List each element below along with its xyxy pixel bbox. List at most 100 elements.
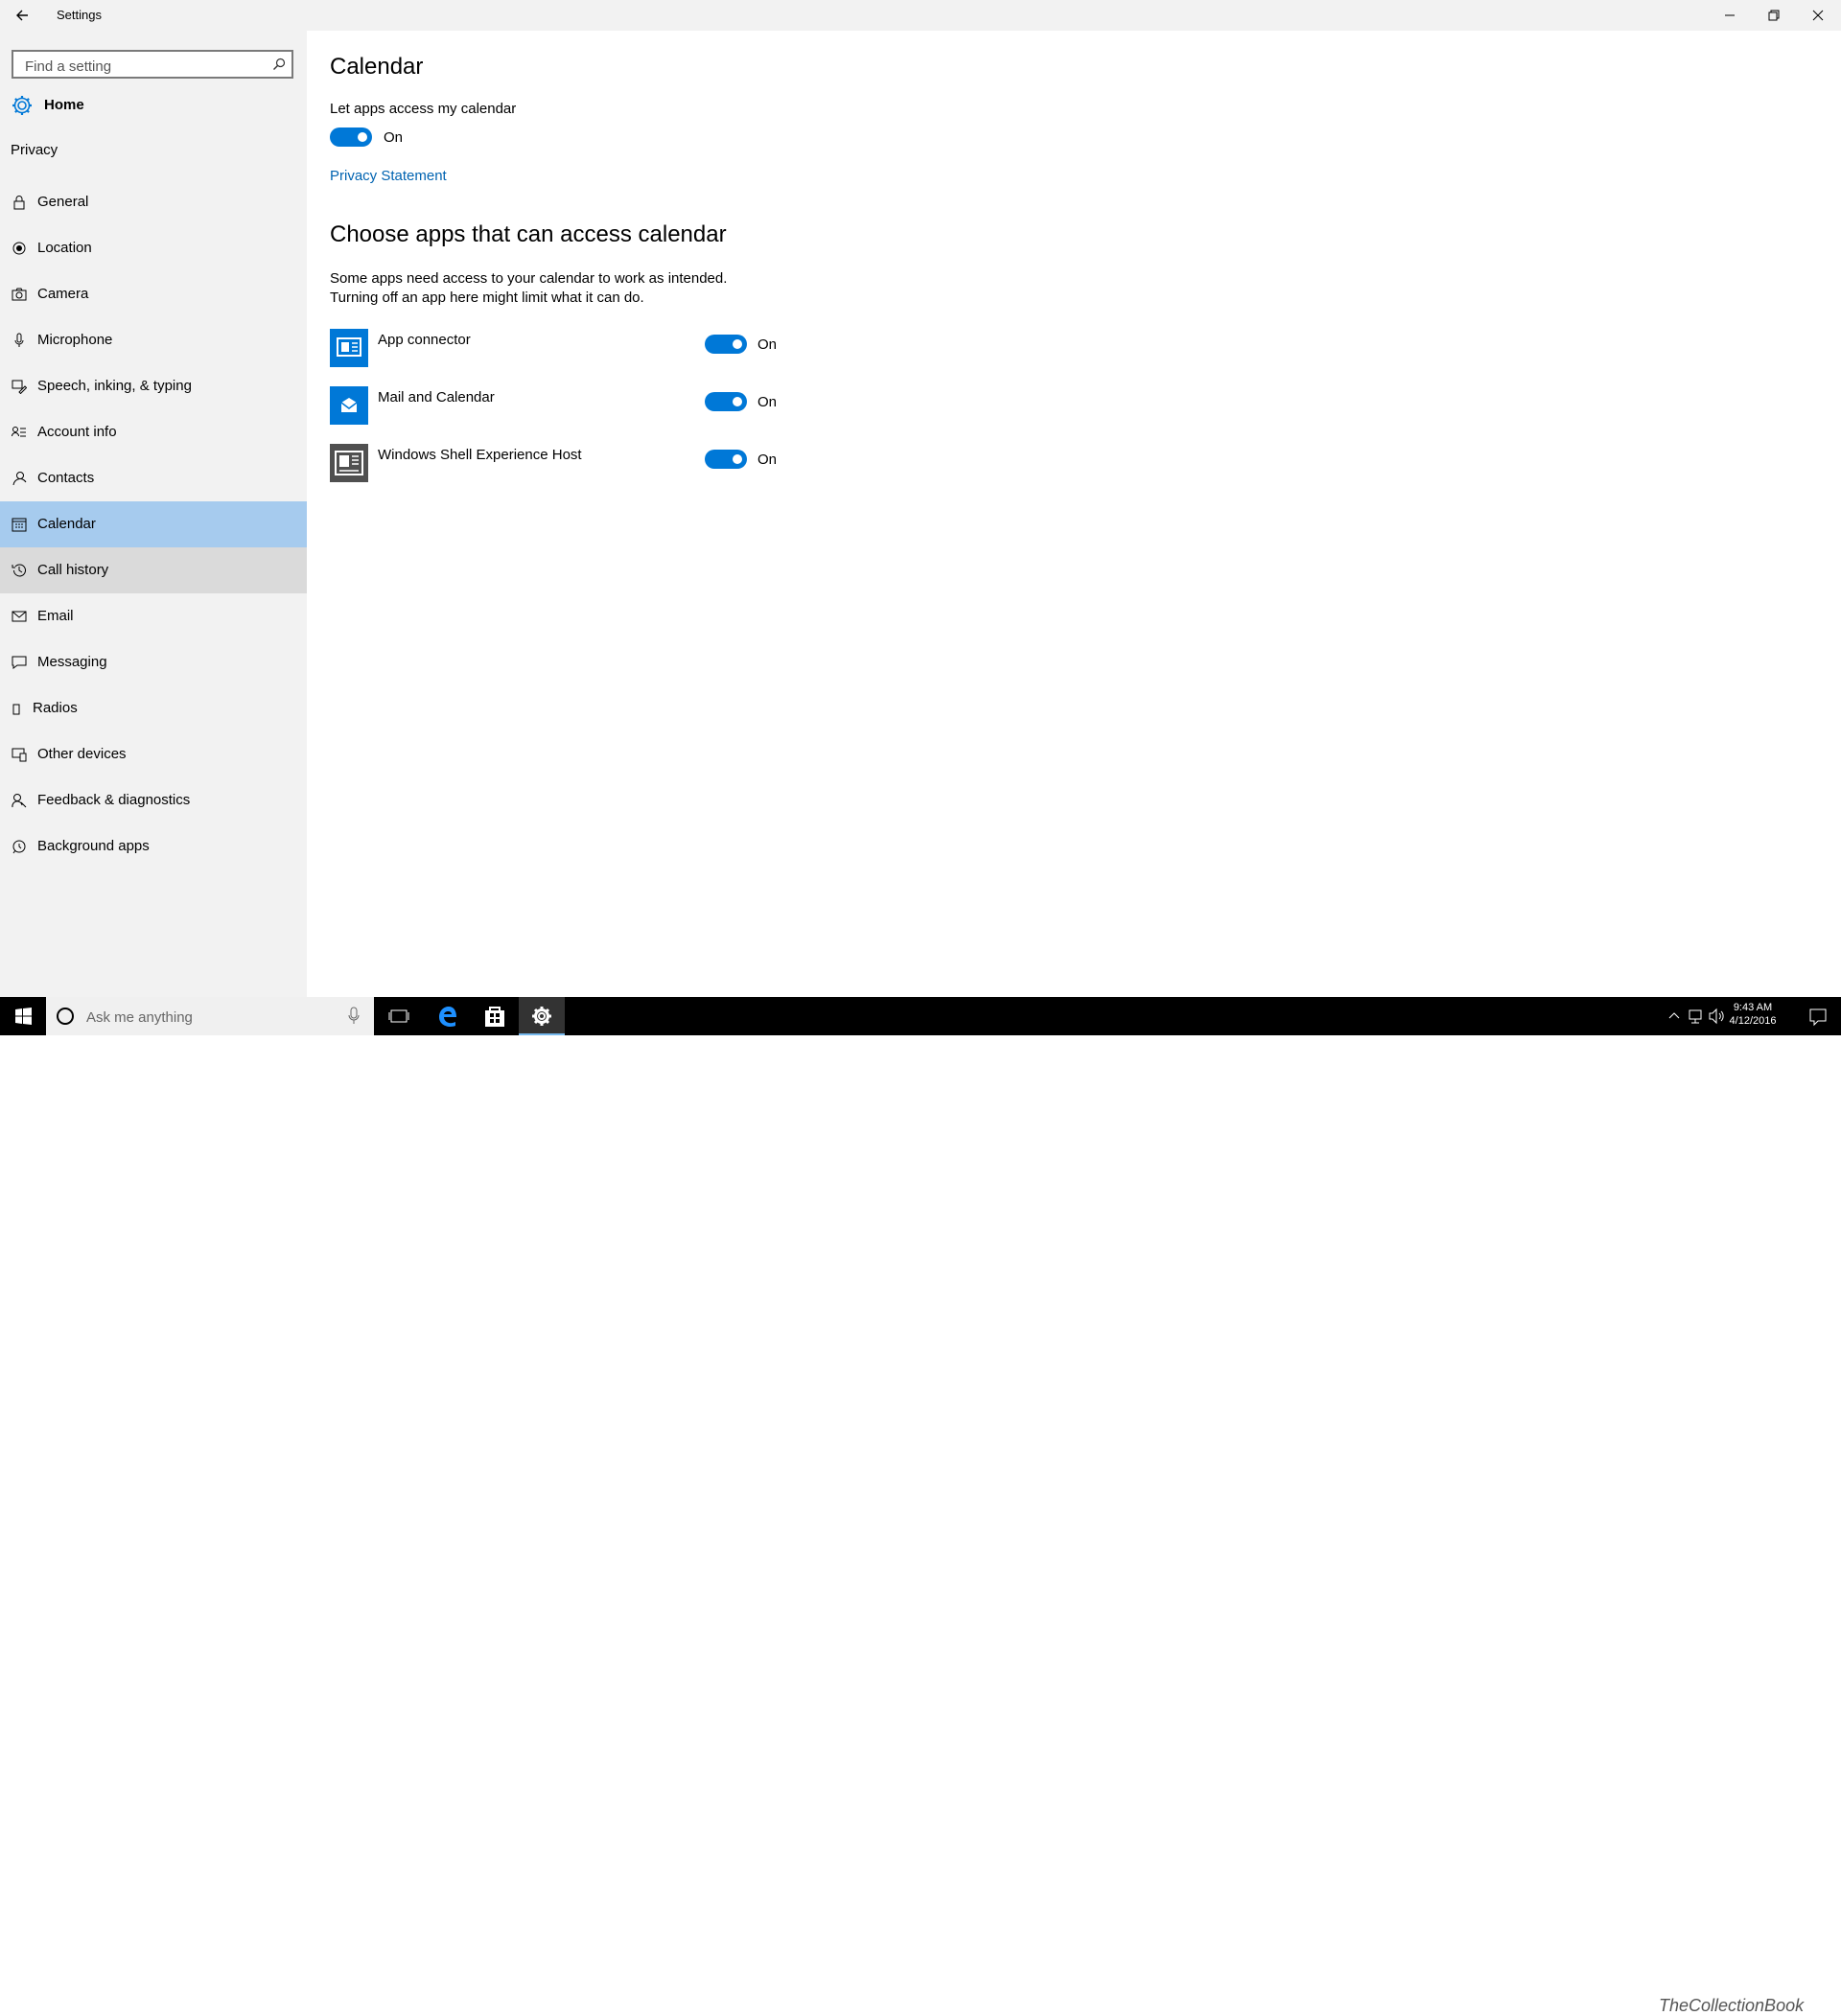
app-row-mail-calendar: Mail and Calendar On <box>330 386 905 429</box>
microphone-icon <box>14 333 24 347</box>
phone-icon <box>12 704 20 715</box>
sidebar: Home Privacy General Location Camera Mic… <box>0 31 307 997</box>
sidebar-item-call-history[interactable]: Call history <box>0 547 307 593</box>
sidebar-item-label: Speech, inking, & typing <box>37 378 192 394</box>
contacts-icon <box>12 472 27 486</box>
app-name: Windows Shell Experience Host <box>378 447 582 463</box>
camera-icon <box>12 288 27 301</box>
sidebar-item-label: Location <box>37 240 92 256</box>
clock[interactable]: 9:43 AM 4/12/2016 <box>1726 1001 1780 1028</box>
back-arrow-icon <box>16 10 28 21</box>
sidebar-item-messaging[interactable]: Messaging <box>0 639 307 685</box>
sidebar-item-general[interactable]: General <box>0 179 307 225</box>
app-toggle-state: On <box>757 394 778 410</box>
sidebar-item-feedback[interactable]: Feedback & diagnostics <box>0 777 307 823</box>
app-row-shell-host: Windows Shell Experience Host On <box>330 444 905 486</box>
sidebar-item-camera[interactable]: Camera <box>0 271 307 317</box>
cortana-search[interactable] <box>46 997 374 1035</box>
feedback-icon <box>12 794 27 808</box>
sidebar-item-label: Account info <box>37 424 117 440</box>
mail-icon <box>12 611 27 622</box>
back-button[interactable] <box>10 4 36 27</box>
description-line-1: Some apps need access to your calendar t… <box>330 270 728 287</box>
store-icon <box>485 1007 504 1027</box>
background-apps-icon <box>12 840 26 854</box>
section-description: Some apps need access to your calendar t… <box>330 269 727 308</box>
store-button[interactable] <box>472 997 518 1035</box>
sidebar-item-calendar[interactable]: Calendar <box>0 501 307 547</box>
sidebar-item-label: Contacts <box>37 470 95 486</box>
sidebar-item-microphone[interactable]: Microphone <box>0 317 307 363</box>
windows-logo-icon <box>15 1008 32 1025</box>
sidebar-item-label: General <box>37 194 89 210</box>
sidebar-item-label: Messaging <box>37 654 107 670</box>
task-view-button[interactable] <box>376 997 422 1035</box>
close-icon <box>1812 10 1824 21</box>
sidebar-item-label: Call history <box>37 562 109 578</box>
history-icon <box>12 564 26 577</box>
app-connector-toggle[interactable] <box>705 335 747 354</box>
toggle-knob <box>733 397 742 406</box>
sidebar-item-background-apps[interactable]: Background apps <box>0 823 307 869</box>
app-toggle-state: On <box>757 336 778 353</box>
shell-host-toggle[interactable] <box>705 450 747 469</box>
privacy-statement-link[interactable]: Privacy Statement <box>330 168 447 184</box>
chevron-up-icon <box>1668 1012 1680 1019</box>
search-icon[interactable] <box>272 58 286 71</box>
restore-button[interactable] <box>1752 0 1796 31</box>
sidebar-item-label: Feedback & diagnostics <box>37 792 191 808</box>
sidebar-item-radios[interactable]: Radios <box>0 685 307 731</box>
home-label: Home <box>44 97 84 113</box>
cortana-input[interactable] <box>84 1007 328 1028</box>
minimize-button[interactable] <box>1708 0 1752 31</box>
settings-taskbar-button[interactable] <box>519 997 565 1035</box>
sidebar-item-account-info[interactable]: Account info <box>0 409 307 455</box>
action-center-button[interactable] <box>1799 997 1837 1035</box>
home-link[interactable]: Home <box>0 88 307 123</box>
microphone-icon[interactable] <box>347 1007 361 1026</box>
close-button[interactable] <box>1796 0 1840 31</box>
page-title: Calendar <box>330 54 424 80</box>
sidebar-item-location[interactable]: Location <box>0 225 307 271</box>
app-toggle-state: On <box>757 452 778 468</box>
location-icon <box>12 242 26 255</box>
window-title: Settings <box>57 8 102 22</box>
cortana-icon <box>57 1008 74 1025</box>
sidebar-item-other-devices[interactable]: Other devices <box>0 731 307 777</box>
mail-calendar-toggle[interactable] <box>705 392 747 411</box>
description-line-2: Turning off an app here might limit what… <box>330 290 644 306</box>
account-info-icon <box>12 427 26 437</box>
master-toggle-label: Let apps access my calendar <box>330 101 517 117</box>
app-name: App connector <box>378 332 471 348</box>
gear-icon <box>12 96 32 115</box>
sidebar-item-label: Other devices <box>37 746 127 762</box>
devices-icon <box>12 748 27 762</box>
sidebar-item-speech[interactable]: Speech, inking, & typing <box>0 363 307 409</box>
task-view-icon <box>388 1009 409 1023</box>
shell-host-icon <box>330 444 368 482</box>
app-row-app-connector: App connector On <box>330 329 905 371</box>
start-button[interactable] <box>0 997 46 1035</box>
edge-button[interactable] <box>426 997 472 1035</box>
minimize-icon <box>1725 14 1735 16</box>
sidebar-item-label: Radios <box>33 700 78 716</box>
search-input[interactable] <box>23 56 267 77</box>
clock-date: 4/12/2016 <box>1729 1015 1777 1027</box>
sidebar-item-label: Microphone <box>37 332 113 348</box>
calendar-icon <box>12 518 27 532</box>
pen-icon <box>12 380 27 394</box>
toggle-knob <box>358 132 367 142</box>
find-setting-search[interactable] <box>12 50 293 79</box>
sidebar-item-contacts[interactable]: Contacts <box>0 455 307 501</box>
main-content: Calendar Let apps access my calendar On … <box>307 31 1841 997</box>
calendar-access-toggle[interactable] <box>330 127 372 147</box>
app-name: Mail and Calendar <box>378 389 495 406</box>
sidebar-item-email[interactable]: Email <box>0 593 307 639</box>
network-button[interactable] <box>1686 997 1707 1035</box>
volume-button[interactable] <box>1707 997 1728 1035</box>
mail-calendar-icon <box>330 386 368 425</box>
clock-time: 9:43 AM <box>1733 1002 1773 1013</box>
show-hidden-icons[interactable] <box>1663 997 1686 1035</box>
sidebar-item-label: Camera <box>37 286 89 302</box>
sidebar-item-label: Calendar <box>37 516 96 532</box>
